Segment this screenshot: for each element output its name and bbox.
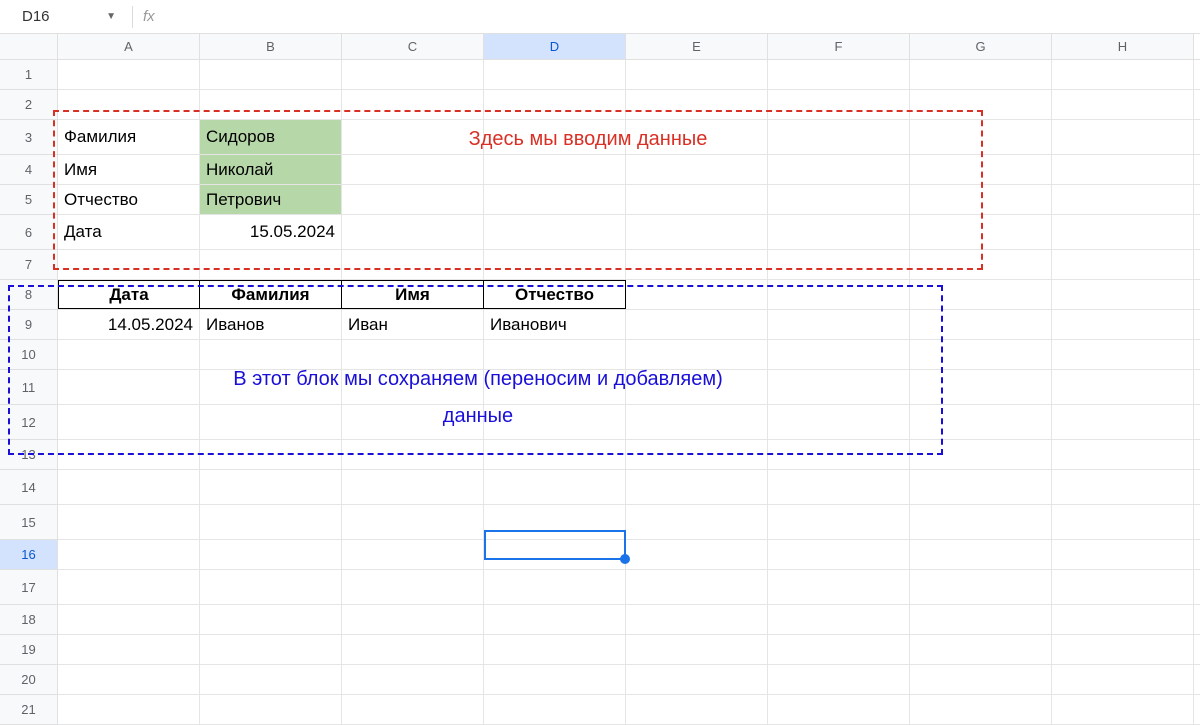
cell-D8[interactable]: Отчество	[484, 280, 626, 309]
separator	[132, 6, 133, 28]
cell-A4[interactable]: Имя	[58, 155, 200, 184]
row-header-6[interactable]: 6	[0, 215, 58, 250]
chevron-down-icon[interactable]: ▼	[106, 11, 116, 22]
col-header-A[interactable]: A	[58, 34, 200, 59]
cell-A5[interactable]: Отчество	[58, 185, 200, 214]
col-header-D[interactable]: D	[484, 34, 626, 59]
row-headers: 1 2 3 4 5 6 7 8 9 10 11 12 13 14 15 16 1…	[0, 60, 58, 725]
row-header-20[interactable]: 20	[0, 665, 58, 695]
row-header-16[interactable]: 16	[0, 540, 58, 570]
row-header-14[interactable]: 14	[0, 470, 58, 505]
row-header-11[interactable]: 11	[0, 370, 58, 405]
row-header-9[interactable]: 9	[0, 310, 58, 340]
row-header-5[interactable]: 5	[0, 185, 58, 215]
cell-B6[interactable]: 15.05.2024	[200, 215, 342, 249]
cell-C8[interactable]: Имя	[342, 280, 484, 309]
formula-bar: D16 ▼ fx	[0, 0, 1200, 34]
col-header-F[interactable]: F	[768, 34, 910, 59]
cell-B8[interactable]: Фамилия	[200, 280, 342, 309]
cell-A3[interactable]: Фамилия	[58, 120, 200, 154]
row-header-15[interactable]: 15	[0, 505, 58, 540]
col-header-B[interactable]: B	[200, 34, 342, 59]
row-header-10[interactable]: 10	[0, 340, 58, 370]
cell-D9[interactable]: Иванович	[484, 310, 626, 339]
row-header-4[interactable]: 4	[0, 155, 58, 185]
row-header-17[interactable]: 17	[0, 570, 58, 605]
name-box[interactable]: D16 ▼	[12, 3, 122, 31]
cell-reference: D16	[22, 8, 50, 25]
row-header-8[interactable]: 8	[0, 280, 58, 310]
row-header-13[interactable]: 13	[0, 440, 58, 470]
cell-B5[interactable]: Петрович	[200, 185, 342, 214]
row-header-7[interactable]: 7	[0, 250, 58, 280]
select-all-corner[interactable]	[0, 34, 58, 59]
cell-A9[interactable]: 14.05.2024	[58, 310, 200, 339]
fx-icon: fx	[143, 8, 155, 25]
row-header-1[interactable]: 1	[0, 60, 58, 90]
col-header-C[interactable]: C	[342, 34, 484, 59]
row-header-19[interactable]: 19	[0, 635, 58, 665]
row-header-18[interactable]: 18	[0, 605, 58, 635]
formula-input[interactable]	[165, 0, 1200, 33]
cell-B3[interactable]: Сидоров	[200, 120, 342, 154]
cell-C9[interactable]: Иван	[342, 310, 484, 339]
row-header-3[interactable]: 3	[0, 120, 58, 155]
cells-area[interactable]: Фамилия Сидоров Имя Николай Отчество Пет…	[58, 60, 1200, 725]
col-header-H[interactable]: H	[1052, 34, 1194, 59]
row-header-2[interactable]: 2	[0, 90, 58, 120]
row-header-21[interactable]: 21	[0, 695, 58, 725]
cell-B4[interactable]: Николай	[200, 155, 342, 184]
row-header-12[interactable]: 12	[0, 405, 58, 440]
cell-B9[interactable]: Иванов	[200, 310, 342, 339]
col-header-E[interactable]: E	[626, 34, 768, 59]
cell-A6[interactable]: Дата	[58, 215, 200, 249]
cell-A8[interactable]: Дата	[58, 280, 200, 309]
col-header-G[interactable]: G	[910, 34, 1052, 59]
column-headers: A B C D E F G H	[0, 34, 1200, 60]
